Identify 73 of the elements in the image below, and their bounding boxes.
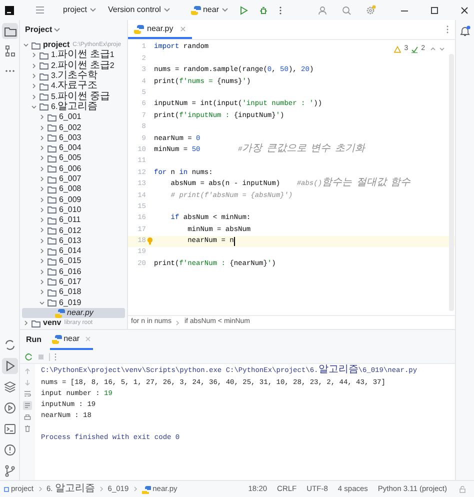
- maximize-icon[interactable]: [430, 6, 439, 14]
- scrollbar[interactable]: [449, 54, 454, 311]
- chevron-right-icon: [98, 486, 104, 492]
- caret-icon: [53, 26, 62, 34]
- tree-item[interactable]: near.py: [22, 308, 125, 318]
- caret-icon: [89, 6, 98, 14]
- tree-item[interactable]: 6_014: [20, 246, 127, 256]
- square-icon: [4, 486, 9, 492]
- tree-item[interactable]: 6_003: [20, 132, 127, 143]
- tree-item[interactable]: 6_008: [20, 184, 127, 194]
- chevron-right-icon: [175, 320, 180, 326]
- tree-item[interactable]: 6_007: [20, 174, 127, 184]
- tree-item[interactable]: 6_009: [20, 194, 127, 205]
- more-icon[interactable]: [446, 25, 449, 34]
- app-logo-icon: [5, 6, 14, 14]
- notification-bell-icon[interactable]: [459, 25, 471, 37]
- bug-icon[interactable]: [259, 6, 268, 14]
- tree-item[interactable]: 6_002: [20, 122, 127, 133]
- tree-item[interactable]: 6_018: [20, 287, 127, 298]
- tree-item[interactable]: 6_016: [20, 266, 127, 277]
- tree-item[interactable]: 5.파이썬 중급: [20, 91, 127, 102]
- editor-tab[interactable]: near.py: [128, 20, 192, 39]
- tree-item[interactable]: 6_017: [20, 276, 127, 288]
- soft-wrap-icon[interactable]: [24, 390, 31, 397]
- tree-item[interactable]: 6_011: [20, 215, 127, 226]
- python-file-icon: [134, 24, 144, 34]
- tree-item[interactable]: 6_001: [20, 112, 127, 122]
- chevron-right-icon: [38, 486, 43, 492]
- search-icon[interactable]: [342, 6, 351, 14]
- project-dropdown[interactable]: project: [63, 4, 98, 16]
- tree-item[interactable]: 6_004: [20, 142, 127, 154]
- tree-item[interactable]: 6_005: [20, 153, 127, 164]
- tree-item[interactable]: 4.자료구조: [20, 81, 127, 92]
- lock-icon[interactable]: [459, 486, 466, 492]
- chevron-right-icon: [132, 486, 138, 492]
- run-configuration-dropdown[interactable]: near: [190, 4, 229, 16]
- trash-icon[interactable]: [24, 425, 31, 432]
- more-icon[interactable]: [54, 352, 57, 360]
- warning-icon: [394, 46, 402, 53]
- folder-icon: [31, 318, 41, 328]
- python-file-icon: [142, 484, 151, 494]
- tree-item[interactable]: 3.기초수학: [20, 70, 127, 82]
- text-caret: [234, 236, 235, 246]
- tree-item[interactable]: 6_015: [20, 256, 127, 267]
- settings-icon[interactable]: [366, 5, 376, 15]
- run-icon[interactable]: [239, 6, 248, 14]
- tree-item[interactable]: 6_013: [20, 236, 127, 246]
- rerun-icon[interactable]: [25, 352, 33, 360]
- caret-icon: [221, 6, 229, 14]
- scroll-to-end-icon[interactable]: [23, 401, 32, 410]
- python-file-icon: [52, 334, 62, 344]
- more-icon[interactable]: [279, 6, 282, 14]
- tree-item[interactable]: 6_006: [20, 164, 127, 174]
- tree-item[interactable]: 2.파이썬 초급2: [20, 60, 127, 71]
- tree-item[interactable]: 6.알고리즘: [20, 102, 127, 112]
- python-file-icon: [55, 308, 65, 318]
- chevron-up-icon[interactable]: [430, 46, 436, 52]
- chevron-down-icon[interactable]: [439, 46, 445, 52]
- project-panel-title[interactable]: Project: [25, 24, 62, 36]
- chevron-icon[interactable]: [23, 320, 29, 326]
- check-icon: [411, 46, 418, 53]
- user-icon[interactable]: [318, 6, 327, 14]
- close-icon[interactable]: [460, 6, 469, 14]
- version-control-dropdown[interactable]: Version control: [108, 4, 171, 16]
- tree-item[interactable]: 6_010: [20, 204, 127, 216]
- caret-icon: [162, 6, 171, 14]
- python-file-icon: [190, 5, 201, 15]
- panel-title: Run: [26, 334, 42, 346]
- tree-item[interactable]: 6_012: [20, 225, 127, 236]
- tree-item[interactable]: 1.파이썬 초급1: [20, 50, 127, 61]
- printer-icon[interactable]: [24, 414, 31, 421]
- tree-item[interactable]: 6_019: [20, 297, 127, 308]
- menu-icon[interactable]: [35, 6, 45, 14]
